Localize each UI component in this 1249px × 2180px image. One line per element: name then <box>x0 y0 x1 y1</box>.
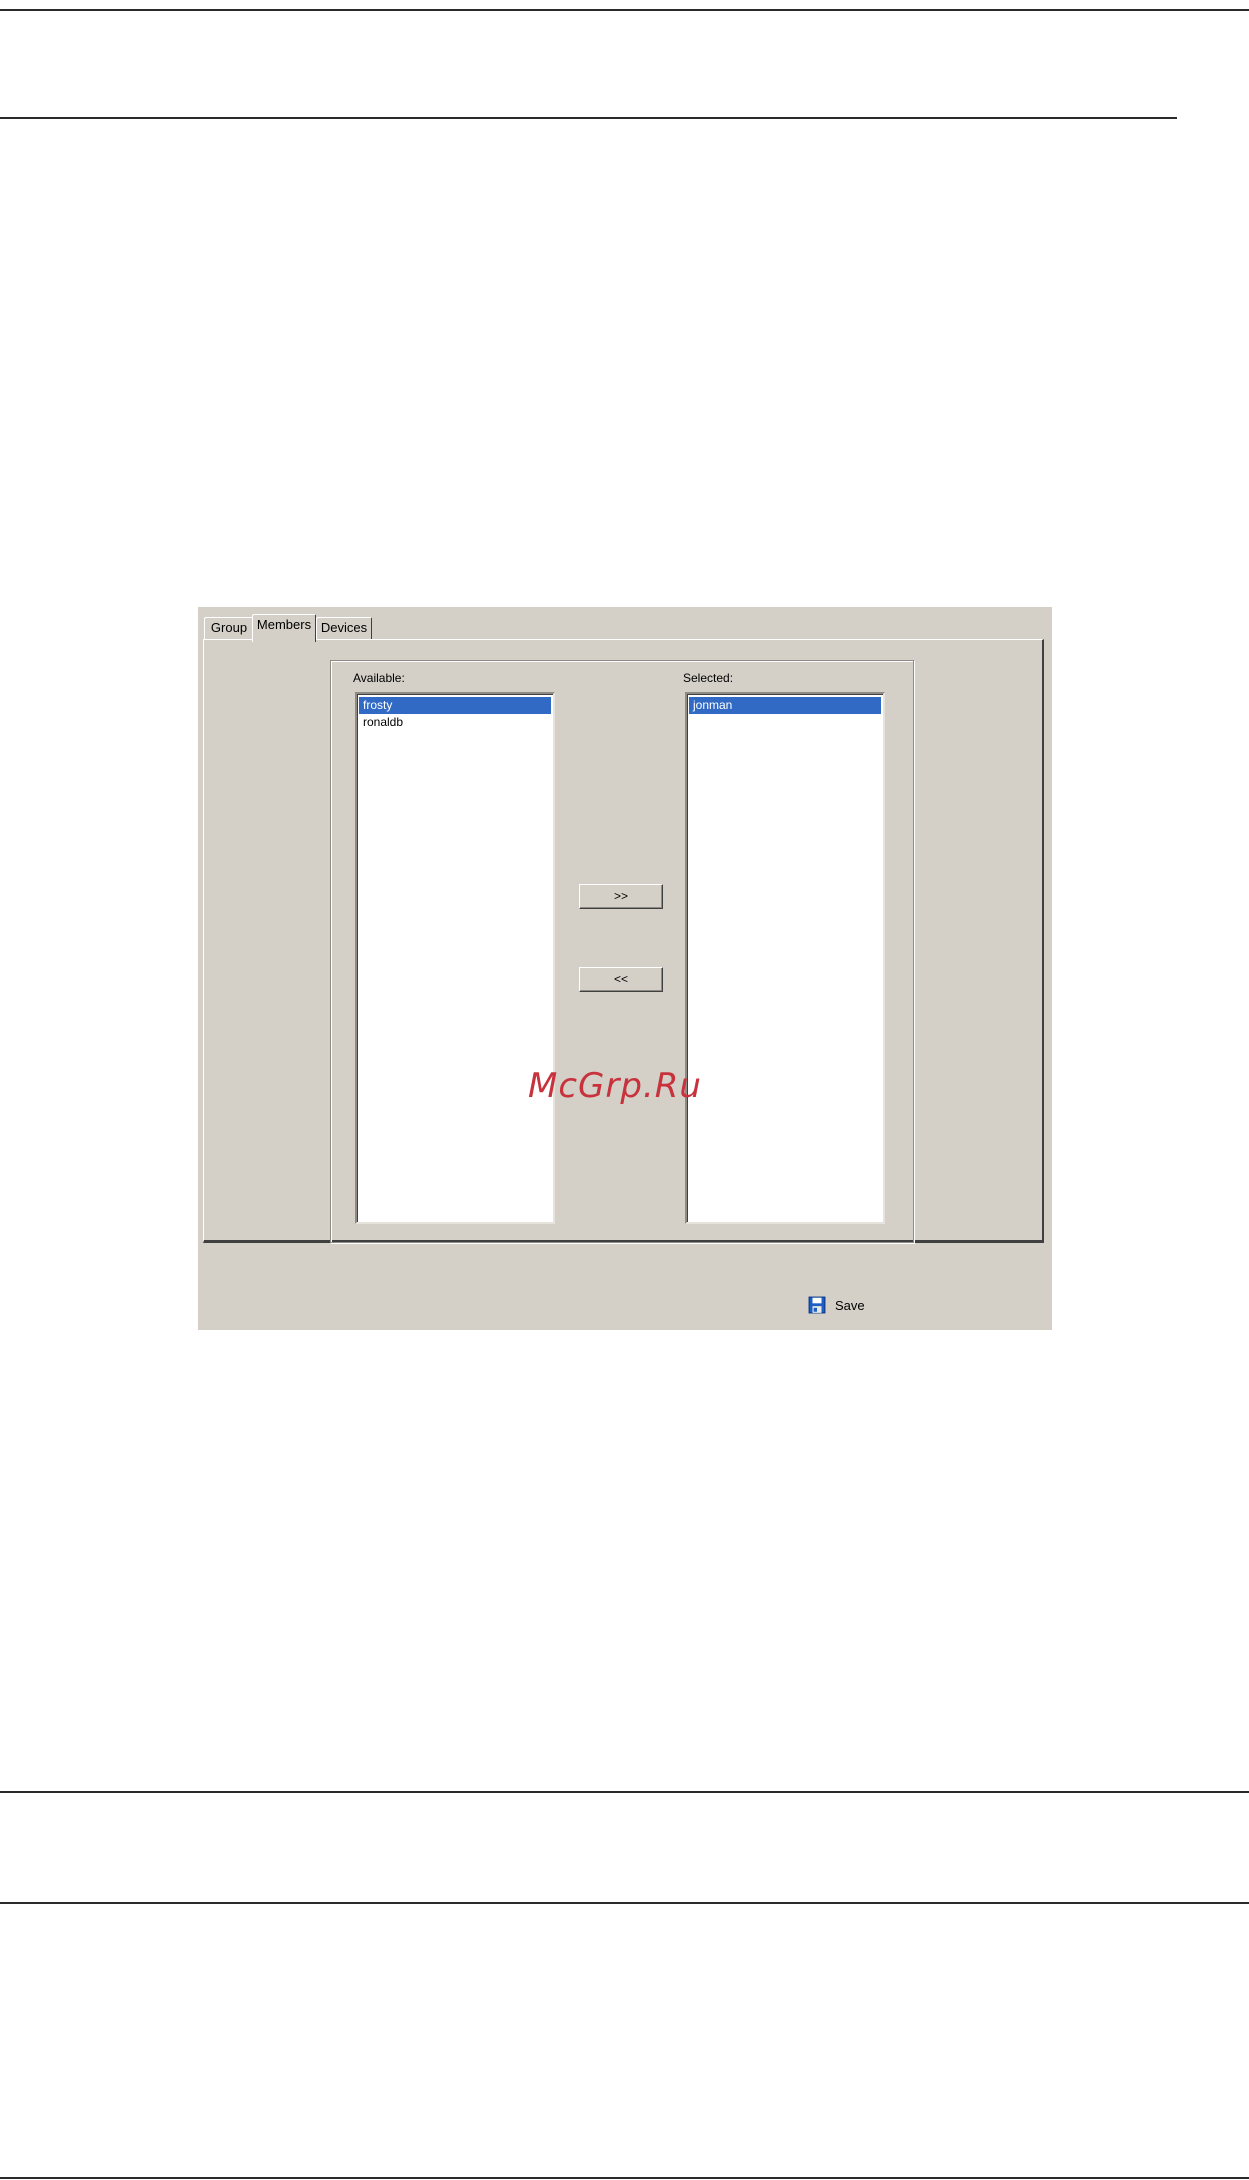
selected-listbox[interactable]: jonman <box>685 692 885 1224</box>
list-item[interactable]: ronaldb <box>359 714 551 731</box>
watermark: McGrp.Ru <box>528 1066 702 1106</box>
available-listbox[interactable]: frosty ronaldb <box>355 692 555 1224</box>
available-label: Available: <box>353 671 405 685</box>
header-rule-bottom <box>0 117 1177 119</box>
tab-devices[interactable]: Devices <box>316 617 372 639</box>
remove-member-button[interactable]: << <box>579 967 663 992</box>
tab-members[interactable]: Members <box>252 614 316 642</box>
save-button-label: Save <box>835 1297 865 1313</box>
group-members-dialog: Group Members Devices Available: frosty r… <box>198 607 1052 1330</box>
members-groupbox: Available: frosty ronaldb >> << Selected:… <box>330 660 914 1243</box>
tab-group[interactable]: Group <box>204 617 254 639</box>
add-member-button[interactable]: >> <box>579 884 663 909</box>
members-tab-panel: Available: frosty ronaldb >> << Selected:… <box>203 639 1044 1243</box>
footer-rule-2 <box>0 1902 1249 1904</box>
floppy-disk-icon <box>808 1296 826 1314</box>
header-rule-top <box>0 9 1249 11</box>
footer-rule-3 <box>0 2177 1249 2179</box>
list-item[interactable]: frosty <box>359 697 551 714</box>
list-item[interactable]: jonman <box>689 697 881 714</box>
footer-rule-1 <box>0 1791 1249 1793</box>
save-button[interactable]: Save <box>808 1293 865 1317</box>
selected-label: Selected: <box>683 671 734 685</box>
